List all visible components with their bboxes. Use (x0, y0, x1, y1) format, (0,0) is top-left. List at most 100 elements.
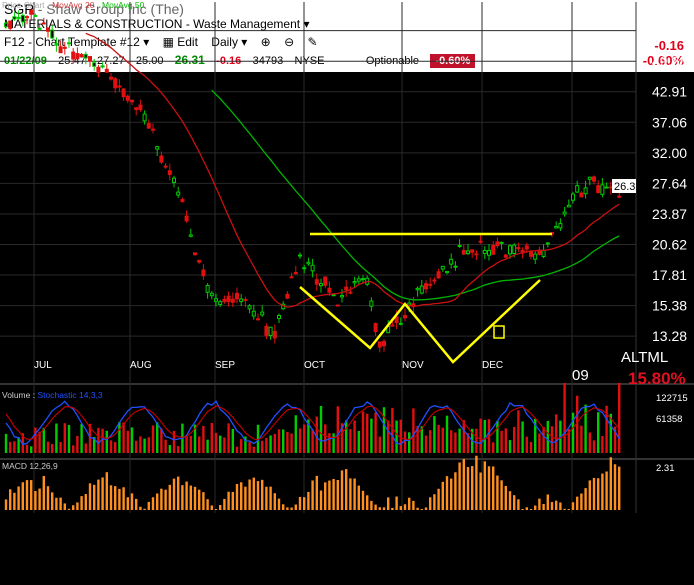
macd-bar (567, 509, 570, 510)
candle-body (319, 283, 323, 287)
candle-body (277, 314, 281, 319)
volume-bar (424, 435, 428, 453)
candle-body (75, 53, 80, 60)
volume-bar (97, 427, 100, 453)
volume-bar (454, 432, 457, 453)
volume-bar (261, 440, 264, 453)
candle-body (369, 300, 374, 307)
volume-bar (458, 428, 461, 453)
macd-bar (517, 499, 520, 510)
volume-bar (109, 440, 113, 453)
candle-body (508, 245, 512, 255)
macd-bar (143, 508, 146, 510)
candle-body (445, 270, 449, 274)
candle-body (41, 22, 46, 25)
macd-bar (571, 502, 575, 510)
candle-body (478, 240, 483, 243)
macd-bar (256, 481, 260, 510)
volume-bar (34, 427, 37, 453)
candle-body (46, 27, 50, 32)
macd-bar (168, 484, 171, 510)
macd-bar (408, 497, 411, 510)
candle-body (163, 165, 168, 168)
volume-bar (63, 423, 66, 453)
candle-body (33, 14, 38, 17)
candle-body (125, 95, 130, 101)
volume-bar (555, 414, 558, 453)
price-chart[interactable]: 26.31 Price Chart - MovAvg 20 - MovAvg 5… (0, 0, 694, 513)
candle-body (193, 252, 197, 256)
macd-bar (500, 480, 503, 510)
volume-bar (273, 433, 276, 453)
volume-bar (550, 426, 554, 453)
candle-body (79, 54, 84, 58)
macd-bar (445, 476, 449, 510)
price-tick-label: 23.87 (652, 206, 687, 222)
macd-bar (252, 477, 255, 510)
volume-bar (441, 427, 444, 453)
macd-bar (454, 472, 457, 510)
volume-bar (546, 420, 549, 453)
candle-body (470, 249, 475, 253)
month-tick-label: OCT (304, 360, 325, 371)
candle-body (302, 267, 307, 270)
volume-bar (433, 416, 436, 453)
macd-bar (508, 491, 512, 510)
macd-bar (206, 499, 209, 510)
candle-body (436, 271, 441, 279)
candle-body (503, 254, 508, 258)
candle-body (323, 276, 328, 286)
candle-body (285, 293, 290, 299)
volume-bar (25, 444, 29, 453)
macd-bar (42, 475, 45, 510)
candle-body (209, 292, 214, 297)
macd-bar (370, 500, 373, 510)
macd-bar (458, 462, 461, 510)
candle-body (419, 285, 424, 294)
macd-bar (555, 500, 558, 510)
volume-bar (324, 424, 327, 453)
volume-bar (277, 429, 281, 453)
volume-bar (513, 426, 516, 453)
volume-bar (198, 436, 201, 453)
macd-bar (156, 493, 159, 510)
candle-body (239, 298, 244, 303)
macd-bar (529, 509, 533, 510)
candle-body (558, 223, 563, 229)
candle-body (222, 298, 227, 303)
candle-body (130, 99, 134, 103)
macd-bar (277, 498, 281, 510)
volume-bar (269, 435, 272, 453)
volume-bar (42, 427, 45, 453)
macd-bar (139, 506, 142, 510)
candle-body (491, 244, 496, 255)
candle-body (142, 113, 147, 122)
macd-bar (588, 480, 591, 510)
candle-body (482, 249, 487, 254)
volume-bar (156, 422, 159, 453)
macd-bar (9, 489, 12, 510)
macd-bar (340, 470, 344, 510)
macd-bar (286, 507, 289, 510)
candle-body (264, 325, 269, 336)
volume-bar (357, 430, 360, 453)
macd-bar (475, 455, 478, 510)
macd-bar (496, 475, 499, 510)
volume-bar (592, 440, 596, 453)
macd-bar (336, 480, 339, 510)
candle-body (335, 304, 340, 307)
candle-body (100, 65, 105, 68)
altml-label: ALTML (621, 349, 668, 366)
macd-bar (450, 478, 453, 510)
candle-body (289, 276, 294, 279)
macd-bar (21, 482, 24, 510)
volume-bar (366, 413, 369, 453)
volume-bar (122, 422, 125, 453)
macd-bar (403, 504, 407, 510)
candle-body (529, 250, 533, 257)
candle-body (151, 128, 155, 131)
volume-bar (336, 406, 339, 453)
candle-body (104, 68, 109, 73)
candle-body (474, 253, 479, 256)
volume-bar (265, 437, 268, 453)
